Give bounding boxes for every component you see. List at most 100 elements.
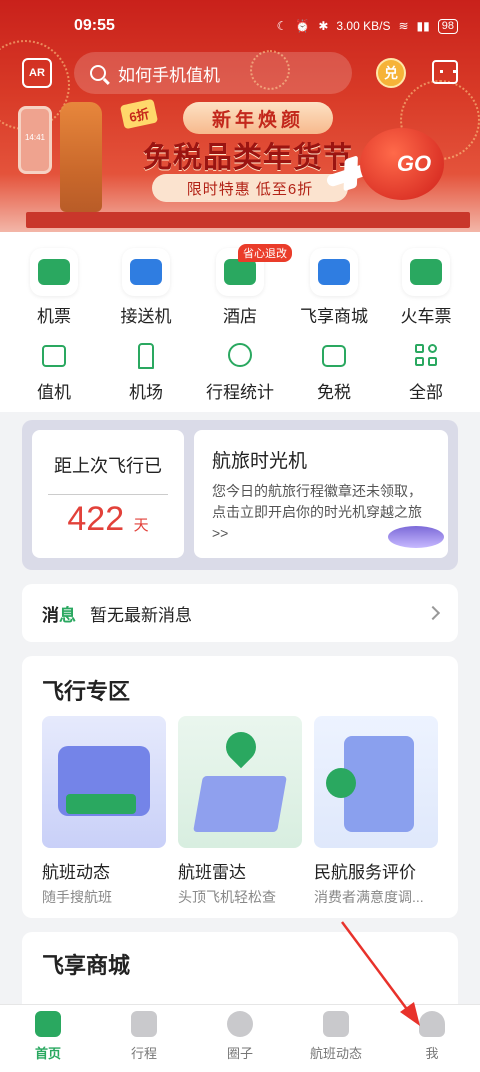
card-subtitle: 随手搜航班 (42, 889, 112, 905)
tab-home[interactable]: 首页 (0, 1005, 96, 1072)
service-all[interactable]: 全部 (378, 340, 474, 403)
service-label: 全部 (409, 383, 443, 402)
points-exchange-button[interactable]: 兑 (376, 58, 406, 88)
days-value: 422 (67, 500, 125, 538)
service-label: 飞享商城 (300, 307, 368, 326)
tab-label: 我 (425, 1046, 439, 1061)
flight-status-illustration (42, 716, 166, 848)
signal-icon: ▮▮ (416, 19, 430, 33)
service-mall[interactable]: 飞享商城 (286, 248, 382, 327)
hotel-icon: 省心退改 (216, 244, 292, 296)
discount-tag: 6折 (119, 98, 159, 130)
message-keyword-2: 息 (59, 605, 76, 625)
phone-time: 14:41 (24, 133, 46, 142)
train-icon (402, 248, 450, 296)
user-icon (419, 1011, 445, 1037)
service-airport[interactable]: 机场 (98, 340, 194, 403)
shopping-cart-icon (310, 248, 358, 296)
service-label: 酒店 (223, 307, 257, 326)
since-label: 距上次飞行已 (54, 456, 162, 476)
service-hotel[interactable]: 省心退改 酒店 (192, 244, 292, 327)
search-placeholder: 如何手机值机 (118, 65, 220, 85)
network-speed: 3.00 KB/S (336, 19, 391, 33)
service-label: 火车票 (400, 307, 452, 326)
airplane-icon (323, 1011, 349, 1037)
message-icon[interactable] (432, 60, 458, 84)
time-machine-title: 航旅时光机 (212, 451, 308, 472)
status-bar: 09:55 ☾ ⏰ ✱ 3.00 KB/S ≋ ▮▮ 98 (0, 0, 480, 52)
bluetooth-icon: ✱ (318, 19, 329, 33)
alarm-icon: ⏰ (295, 19, 311, 33)
service-duty-free[interactable]: 免税 (286, 340, 382, 403)
service-train-ticket[interactable]: 火车票 (378, 248, 474, 327)
flight-zone-section: 飞行专区 航班动态 随手搜航班 航班雷达 头顶飞机轻松查 民航服务评价 消费者满… (22, 656, 458, 918)
flight-ticket-icon (30, 248, 78, 296)
message-text: 暂无最新消息 (90, 605, 192, 625)
airport-tower-icon (131, 340, 161, 370)
pie-chart-icon (225, 340, 255, 370)
days-count: 422 天 (32, 500, 184, 539)
home-icon (35, 1011, 61, 1037)
promo-banner[interactable]: 14:41 6折 新年焕颜 免税品类年货节 限时特惠 低至6折 GO (0, 96, 480, 232)
refund-badge: 省心退改 (238, 244, 292, 262)
search-bar[interactable]: 如何手机值机 (74, 52, 352, 94)
luggage-icon (131, 1011, 157, 1037)
grid-icon (411, 340, 441, 370)
service-label: 机场 (129, 383, 163, 402)
service-label: 值机 (37, 383, 71, 402)
checkin-icon (39, 340, 69, 370)
phone-decoration: 14:41 (18, 106, 52, 174)
service-checkin[interactable]: 值机 (6, 340, 102, 403)
ufo-icon (388, 526, 444, 548)
tab-label: 航班动态 (309, 1046, 362, 1061)
hero-banner-area: 09:55 ☾ ⏰ ✱ 3.00 KB/S ≋ ▮▮ 98 AR 如何手机值机 … (0, 0, 480, 232)
flight-radar-illustration (178, 716, 302, 848)
chat-bubble-icon (227, 1011, 253, 1037)
card-title: 航班动态 (42, 863, 110, 882)
section-title: 飞享商城 (42, 953, 131, 978)
banner-subtitle: 限时特惠 低至6折 (152, 174, 348, 202)
service-label: 接送机 (120, 307, 172, 326)
card-title: 民航服务评价 (314, 863, 416, 882)
card-subtitle: 消费者满意度调... (314, 889, 424, 905)
bottom-tab-bar: 首页 行程 圈子 航班动态 我 (0, 1004, 480, 1072)
tab-flight-status[interactable]: 航班动态 (288, 1005, 384, 1072)
time-machine-info[interactable]: 航旅时光机 您今日的航旅行程徽章还未领取，点击立即开启你的时光机穿越之旅 >> (194, 430, 448, 558)
card-title: 航班雷达 (178, 863, 246, 882)
days-unit: 天 (133, 517, 149, 534)
tab-label: 圈子 (226, 1046, 253, 1061)
stage-decoration (26, 212, 470, 228)
ar-scan-button[interactable]: AR (22, 58, 52, 88)
service-trip-stats[interactable]: 行程统计 (192, 340, 288, 403)
service-label: 免税 (317, 383, 351, 402)
service-airport-transfer[interactable]: 接送机 (98, 248, 194, 327)
battery-indicator: 98 (437, 18, 458, 34)
flight-radar-card[interactable]: 航班雷达 头顶飞机轻松查 (178, 716, 302, 907)
shop-icon (319, 340, 349, 370)
search-icon (90, 65, 106, 81)
banner-pill-title: 新年焕颜 (183, 102, 333, 134)
tab-community[interactable]: 圈子 (192, 1005, 288, 1072)
top-bar: AR 如何手机值机 兑 (0, 52, 480, 96)
tab-me[interactable]: 我 (384, 1005, 480, 1072)
tab-trips[interactable]: 行程 (96, 1005, 192, 1072)
banner-title: 免税品类年货节 (142, 142, 353, 174)
service-grid: 机票 接送机 省心退改 酒店 飞享商城 火车票 值机 机场 行程统计 免税 全部 (0, 232, 480, 412)
moon-icon: ☾ (276, 19, 288, 33)
lantern-label: GO (396, 151, 432, 176)
service-flight-ticket[interactable]: 机票 (6, 248, 102, 327)
last-flight-counter: 距上次飞行已 422 天 (32, 430, 184, 558)
chevron-right-icon (425, 605, 441, 621)
message-keyword-1: 消 (42, 605, 59, 625)
flight-status-card[interactable]: 航班动态 随手搜航班 (42, 716, 166, 907)
lantern-decoration: GO (360, 128, 444, 200)
time-machine-card[interactable]: 距上次飞行已 422 天 航旅时光机 您今日的航旅行程徽章还未领取，点击立即开启… (22, 420, 458, 570)
message-bar[interactable]: 消 息 暂无最新消息 (22, 584, 458, 642)
service-rating-card[interactable]: 民航服务评价 消费者满意度调... (314, 716, 438, 907)
section-title: 飞行专区 (42, 679, 131, 704)
coin-label: 兑 (384, 65, 398, 81)
wifi-icon: ≋ (398, 19, 409, 33)
perfume-decoration (60, 102, 102, 212)
ar-label: AR (29, 67, 45, 79)
service-label: 行程统计 (206, 383, 274, 402)
